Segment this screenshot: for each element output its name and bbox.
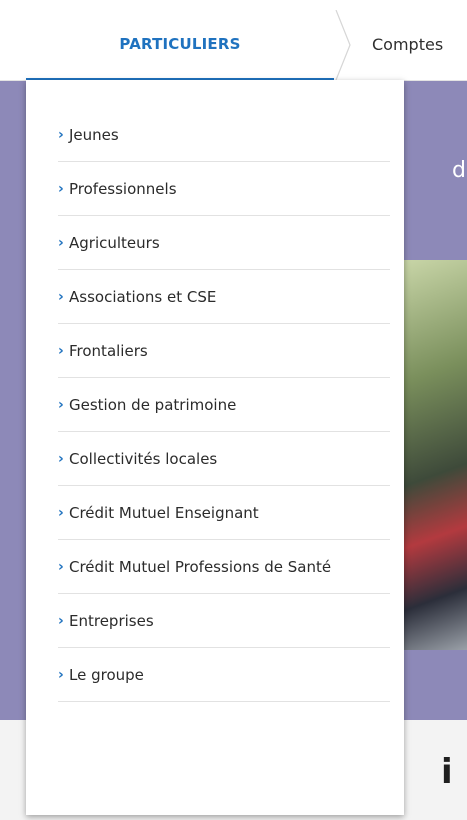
menu-item-label: Associations et CSE bbox=[69, 287, 217, 306]
chevron-right-icon: › bbox=[58, 342, 64, 359]
menu-item[interactable]: › Collectivités locales bbox=[58, 432, 390, 486]
menu-item[interactable]: › Entreprises bbox=[58, 594, 390, 648]
menu-item[interactable]: › Gestion de patrimoine bbox=[58, 378, 390, 432]
chevron-right-icon: › bbox=[58, 450, 64, 467]
menu-item[interactable]: › Frontaliers bbox=[58, 324, 390, 378]
menu-item-label: Professionnels bbox=[69, 179, 177, 198]
chevron-right-icon: › bbox=[58, 288, 64, 305]
menu-item[interactable]: › Crédit Mutuel Enseignant bbox=[58, 486, 390, 540]
tab-particuliers[interactable]: PARTICULIERS bbox=[26, 10, 334, 81]
menu-item[interactable]: › Agriculteurs bbox=[58, 216, 390, 270]
menu-item-label: Frontaliers bbox=[69, 341, 148, 360]
tab-separator-chevron bbox=[335, 10, 351, 80]
chevron-right-icon: › bbox=[58, 504, 64, 521]
section-heading-fragment: i bbox=[441, 752, 453, 792]
menu-item-label: Agriculteurs bbox=[69, 233, 160, 252]
chevron-right-icon: › bbox=[58, 180, 64, 197]
menu-item-label: Gestion de patrimoine bbox=[69, 395, 237, 414]
hero-heading-fragment: d bbox=[452, 158, 466, 183]
menu-item[interactable]: › Crédit Mutuel Professions de Santé bbox=[58, 540, 390, 594]
menu-item-label: Crédit Mutuel Professions de Santé bbox=[69, 557, 332, 576]
menu-item[interactable]: › Jeunes bbox=[58, 108, 390, 162]
menu-item[interactable]: › Le groupe bbox=[58, 648, 390, 702]
particuliers-dropdown: › Jeunes › Professionnels › Agriculteurs… bbox=[26, 80, 404, 815]
menu-item[interactable]: › Professionnels bbox=[58, 162, 390, 216]
menu-item[interactable]: › Associations et CSE bbox=[58, 270, 390, 324]
menu-item-label: Le groupe bbox=[69, 665, 144, 684]
chevron-right-icon: › bbox=[58, 396, 64, 413]
tab-comptes[interactable]: Comptes bbox=[372, 10, 443, 78]
hero-photo bbox=[400, 260, 467, 650]
dropdown-menu-list: › Jeunes › Professionnels › Agriculteurs… bbox=[58, 108, 390, 702]
chevron-right-icon: › bbox=[58, 666, 64, 683]
main-nav-tabs: PARTICULIERS Comptes bbox=[0, 0, 467, 81]
chevron-right-icon: › bbox=[58, 126, 64, 143]
chevron-right-icon: › bbox=[58, 234, 64, 251]
menu-item-label: Jeunes bbox=[69, 125, 119, 144]
chevron-right-icon: › bbox=[58, 612, 64, 629]
menu-item-label: Crédit Mutuel Enseignant bbox=[69, 503, 259, 522]
menu-item-label: Collectivités locales bbox=[69, 449, 218, 468]
menu-item-label: Entreprises bbox=[69, 611, 154, 630]
chevron-right-icon: › bbox=[58, 558, 64, 575]
